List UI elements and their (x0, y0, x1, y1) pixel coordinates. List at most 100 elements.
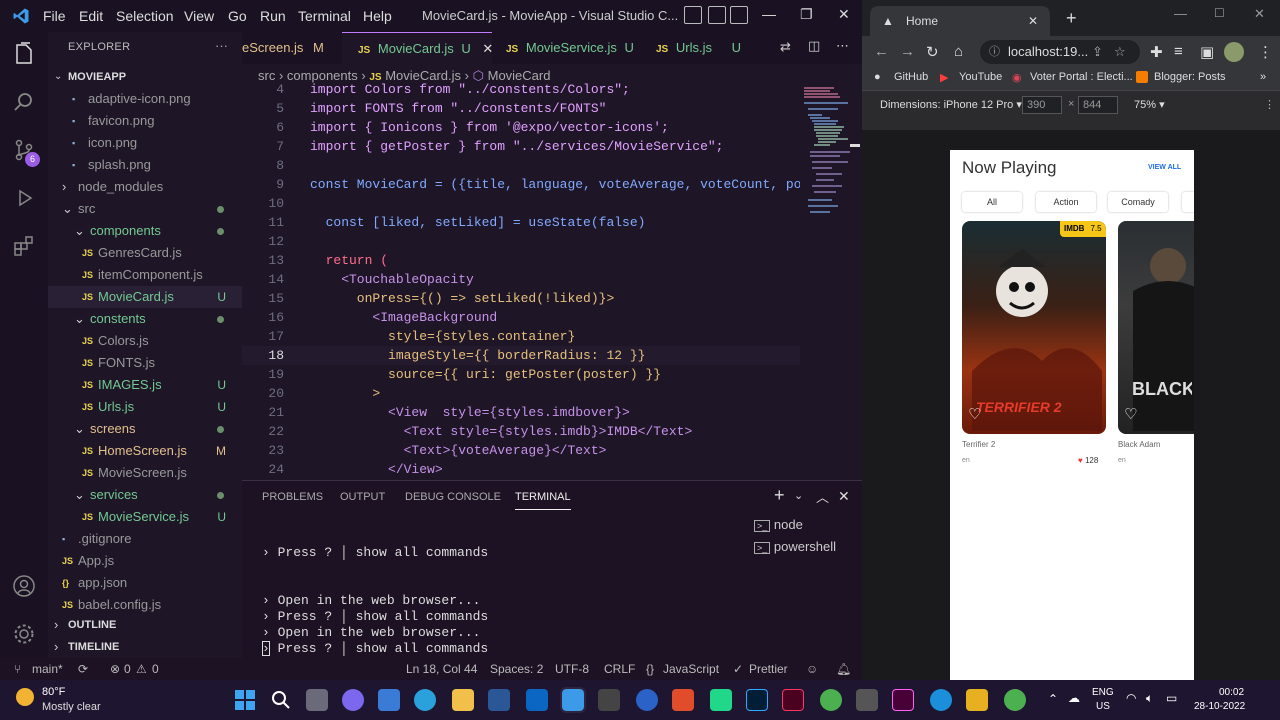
compare-icon[interactable]: ⇄ (780, 39, 791, 55)
tab-homescreen[interactable]: eScreen.js M (242, 32, 342, 64)
telegram-icon[interactable] (414, 689, 436, 711)
home-icon[interactable]: ⌂ (954, 43, 963, 60)
bookmark-youtube[interactable]: YouTube (959, 71, 1002, 83)
terminal-item-powershell[interactable]: >_ powershell (754, 539, 836, 554)
breadcrumb-item[interactable]: MovieCard.js (385, 68, 461, 83)
more-actions-icon[interactable]: ··· (215, 38, 228, 53)
project-root[interactable]: ⌄ MOVIEAPP (48, 66, 242, 88)
back-arrow-icon[interactable]: ← (874, 43, 889, 60)
menu-selection[interactable]: Selection (116, 8, 174, 24)
movie-card[interactable]: BLACK ADAM ♡ (1118, 221, 1194, 434)
movie-card[interactable]: IMDB 7.5 TERRIFIER 2 ♡ (962, 221, 1106, 434)
tree-item[interactable]: JS MovieService.js U (48, 506, 242, 528)
tree-item[interactable]: JS App.js (48, 550, 242, 572)
wifi-icon[interactable]: ◠ (1126, 691, 1136, 705)
close-panel-icon[interactable]: ✕ (838, 488, 850, 505)
tree-item[interactable]: JS babel.config.js (48, 594, 242, 616)
tree-item[interactable]: ▪ splash.png (48, 154, 242, 176)
indentation[interactable]: Spaces: 2 (490, 658, 543, 680)
tree-item[interactable]: JS FONTS.js (48, 352, 242, 374)
store-icon[interactable] (378, 689, 400, 711)
menu-run[interactable]: Run (260, 8, 286, 24)
search-icon[interactable] (12, 90, 36, 114)
accounts-icon[interactable] (12, 574, 36, 598)
menu-view[interactable]: View (184, 8, 214, 24)
view-all-link[interactable]: VIEW ALL (1148, 164, 1181, 171)
edge-dev-icon[interactable] (636, 689, 658, 711)
clock-time[interactable]: 00:02 (1219, 687, 1244, 698)
extensions-puzzle-icon[interactable]: ✚ (1150, 43, 1163, 61)
tree-item[interactable]: JS itemComponent.js (48, 264, 242, 286)
tree-item[interactable]: JS MovieCard.js U (48, 286, 242, 308)
more-bookmarks-icon[interactable]: » (1260, 71, 1266, 83)
bookmark-blogger[interactable]: Blogger: Posts (1154, 71, 1226, 83)
keyboard-layout[interactable]: US (1096, 701, 1110, 712)
prettier-status[interactable]: Prettier (749, 658, 788, 680)
tab-terminal[interactable]: TERMINAL (515, 491, 571, 510)
app-icon[interactable] (966, 689, 988, 711)
toggle-sidebar-icon[interactable] (684, 6, 702, 24)
word-icon[interactable] (488, 689, 510, 711)
restore-button[interactable]: ❐ (800, 6, 813, 23)
git-icon[interactable] (672, 689, 694, 711)
new-terminal-icon[interactable]: + (774, 485, 785, 506)
tree-item[interactable]: ⌄ components (48, 220, 242, 242)
customize-layout-icon[interactable] (730, 6, 748, 24)
bookmark-star-icon[interactable]: ☆ (1114, 40, 1126, 64)
pycharm-icon[interactable] (710, 689, 732, 711)
timeline-section[interactable]: › TIMELINE (48, 636, 242, 658)
maximize-panel-icon[interactable]: ︿ (816, 487, 829, 506)
likes-count[interactable]: ♥ 128 (1078, 456, 1098, 465)
bookmark-voter-portal[interactable]: Voter Portal : Electi... (1030, 71, 1133, 83)
maximize-button[interactable]: ☐ (1214, 6, 1225, 20)
close-window-button[interactable]: ✕ (838, 6, 850, 23)
linkedin-icon[interactable] (526, 689, 548, 711)
run-debug-icon[interactable] (12, 186, 36, 210)
bookmark-github[interactable]: GitHub (894, 71, 928, 83)
menu-help[interactable]: Help (363, 8, 392, 24)
tab-urls[interactable]: JS Urls.js U (642, 32, 752, 64)
tab-movieservice[interactable]: JS MovieService.js U (492, 32, 642, 64)
branch-name[interactable]: main* (32, 658, 63, 680)
profile-avatar[interactable] (1224, 42, 1244, 62)
chrome-taskbar-icon[interactable] (820, 689, 842, 711)
menu-go[interactable]: Go (228, 8, 247, 24)
volume-icon[interactable]: 🔈︎ (1146, 691, 1153, 706)
tree-item[interactable]: JS GenresCard.js (48, 242, 242, 264)
temperature[interactable]: 80°F (42, 686, 65, 698)
photoshop-icon[interactable] (746, 689, 768, 711)
tree-item[interactable]: ⌄ constents (48, 308, 242, 330)
tray-chevron-icon[interactable]: ⌃ (1048, 692, 1058, 706)
terminal-item-node[interactable]: >_ node (754, 517, 803, 532)
device-select[interactable]: Dimensions: iPhone 12 Pro ▾ (880, 98, 1022, 111)
weather-text[interactable]: Mostly clear (42, 701, 101, 713)
weather-moon-icon[interactable] (16, 688, 34, 706)
outline-section[interactable]: › OUTLINE (48, 614, 242, 636)
cursor-position[interactable]: Ln 18, Col 44 (406, 658, 477, 680)
toggle-panel-icon[interactable] (708, 6, 726, 24)
sync-icon[interactable]: ⟳ (78, 658, 88, 680)
tree-item[interactable]: {} app.json (48, 572, 242, 594)
terminal-taskbar-icon[interactable] (598, 689, 620, 711)
zoom-select[interactable]: 75% ▾ (1134, 98, 1165, 111)
tree-item[interactable]: ⌄ screens (48, 418, 242, 440)
tab-output[interactable]: OUTPUT (340, 491, 385, 503)
tree-item[interactable]: › node_modules (48, 176, 242, 198)
chevron-down-icon[interactable]: ⌄ (794, 489, 803, 502)
notifications-bell-icon[interactable]: 🔔︎ (836, 658, 851, 680)
chrome-taskbar-icon[interactable] (1004, 689, 1026, 711)
tree-item[interactable]: JS MovieScreen.js (48, 462, 242, 484)
sidepanel-icon[interactable]: ▣ (1200, 43, 1214, 61)
taskbar-search-icon[interactable] (270, 689, 292, 711)
clock-date[interactable]: 28-10-2022 (1194, 701, 1245, 712)
indesign-icon[interactable] (782, 689, 804, 711)
genre-chip-comady[interactable]: Comady (1108, 192, 1168, 212)
width-field[interactable]: 390 (1022, 96, 1062, 114)
share-icon[interactable]: ⇪ (1092, 40, 1103, 64)
genre-chip-more[interactable] (1182, 192, 1194, 212)
tree-item[interactable]: JS Urls.js U (48, 396, 242, 418)
minimize-button[interactable]: — (762, 6, 776, 22)
genre-chip-all[interactable]: All (962, 192, 1022, 212)
minimize-button[interactable]: — (1174, 6, 1187, 21)
menu-edit[interactable]: Edit (79, 8, 103, 24)
